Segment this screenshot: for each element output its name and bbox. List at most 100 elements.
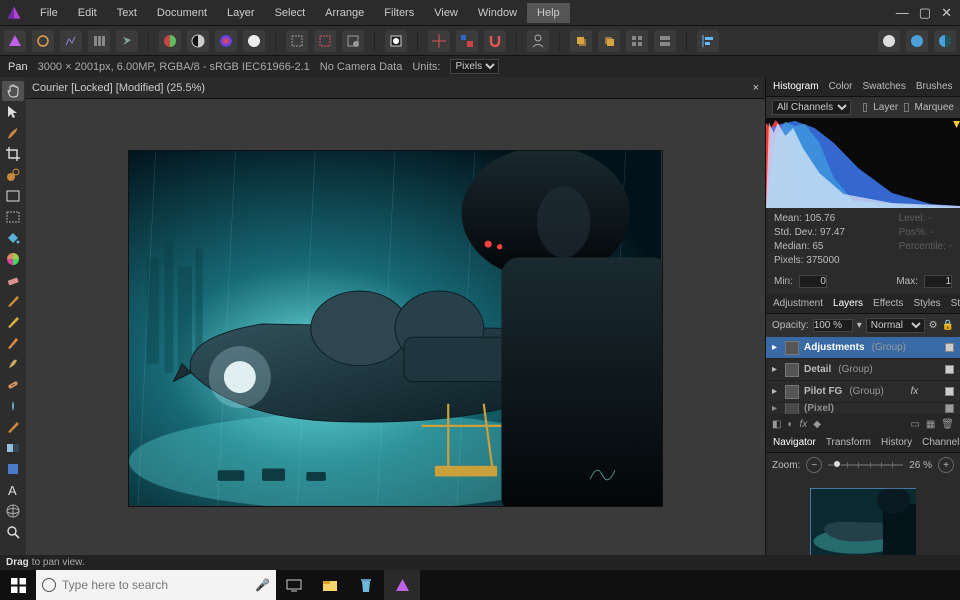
eraser-icon[interactable]	[2, 270, 24, 290]
layer-visibility-checkbox[interactable]	[945, 404, 954, 413]
pencil-icon[interactable]	[2, 333, 24, 353]
brush-icon[interactable]	[2, 123, 24, 143]
add-layer-icon[interactable]: ▦	[926, 419, 935, 430]
tab-swatches[interactable]: Swatches	[859, 79, 908, 94]
color-wheel-icon[interactable]	[2, 249, 24, 269]
arrange-grid1-icon[interactable]	[626, 30, 648, 52]
zoom-slider[interactable]	[828, 460, 903, 470]
recycle-bin-icon[interactable]	[348, 570, 384, 600]
crop-icon[interactable]	[2, 144, 24, 164]
mesh-icon[interactable]	[2, 501, 24, 521]
selection-red-icon[interactable]	[314, 30, 336, 52]
smudge-icon[interactable]	[2, 354, 24, 374]
halftone-icon[interactable]	[159, 30, 181, 52]
layer-visibility-checkbox[interactable]	[945, 387, 954, 396]
tab-effects[interactable]: Effects	[870, 296, 906, 311]
tab-color[interactable]: Color	[826, 79, 856, 94]
layer-fx-badge[interactable]: fx	[911, 386, 919, 397]
menu-select[interactable]: Select	[265, 3, 316, 23]
disclosure-icon[interactable]: ▸	[772, 386, 780, 397]
hand-icon[interactable]	[2, 81, 24, 101]
minimize-button[interactable]: —	[896, 5, 909, 21]
magnet-icon[interactable]	[484, 30, 506, 52]
arrange-grid2-icon[interactable]	[654, 30, 676, 52]
start-button[interactable]	[0, 570, 36, 600]
paintbrush-icon[interactable]	[2, 291, 24, 311]
layer-gear-icon[interactable]: ⚙	[929, 320, 938, 331]
tab-histogram[interactable]: Histogram	[770, 79, 822, 94]
maximize-button[interactable]: ▢	[919, 5, 931, 21]
arrange-front-icon[interactable]	[570, 30, 592, 52]
tab-layers[interactable]: Layers	[830, 296, 866, 311]
channels-dropdown[interactable]: All Channels	[772, 100, 851, 115]
selection-refine-icon[interactable]	[342, 30, 364, 52]
text-a-icon[interactable]: A	[2, 480, 24, 500]
arrange-back-icon[interactable]	[598, 30, 620, 52]
dotted-marquee-icon[interactable]	[2, 207, 24, 227]
mic-icon[interactable]: 🎤	[255, 578, 270, 592]
selection-dotted-icon[interactable]	[286, 30, 308, 52]
delete-layer-icon[interactable]: 🗑	[941, 419, 954, 430]
tab-transform[interactable]: Transform	[823, 435, 874, 450]
menu-file[interactable]: File	[30, 3, 68, 23]
contrast-icon[interactable]	[187, 30, 209, 52]
flood-icon[interactable]	[2, 228, 24, 248]
layer-row[interactable]: ▸Pilot FG(Group)fx	[766, 381, 960, 403]
tab-navigator[interactable]: Navigator	[770, 435, 819, 450]
menu-view[interactable]: View	[424, 3, 468, 23]
hist-min-input[interactable]	[799, 275, 827, 288]
tab-styles[interactable]: Styles	[910, 296, 943, 311]
tab-brushes[interactable]: Brushes	[913, 79, 956, 94]
layer-row[interactable]: ▸Detail(Group)	[766, 359, 960, 381]
marquee-checkbox[interactable]	[904, 103, 908, 112]
quickmask-icon[interactable]	[385, 30, 407, 52]
tone-map-persona-icon[interactable]	[88, 30, 110, 52]
tab-channels[interactable]: Channels	[919, 435, 960, 450]
healing-icon[interactable]	[2, 375, 24, 395]
opacity-input[interactable]	[813, 319, 853, 332]
mask-layer-icon[interactable]: ◧	[772, 419, 781, 430]
taskbar-search[interactable]: Type here to search 🎤	[36, 570, 276, 600]
affinity-task-icon[interactable]	[384, 570, 420, 600]
zoom-icon[interactable]	[2, 522, 24, 542]
color-wheel-icon[interactable]	[215, 30, 237, 52]
canvas[interactable]	[26, 99, 765, 558]
align-left-icon[interactable]	[697, 30, 719, 52]
file-explorer-icon[interactable]	[312, 570, 348, 600]
document-tab[interactable]: Courier [Locked] [Modified] (25.5%) ×	[26, 77, 765, 99]
grid-flag-icon[interactable]	[456, 30, 478, 52]
zoom-in-button[interactable]: +	[938, 457, 954, 473]
units-dropdown[interactable]: Pixels	[450, 59, 499, 74]
layer-visibility-checkbox[interactable]	[945, 365, 954, 374]
zoom-out-button[interactable]: −	[806, 457, 822, 473]
shape-icon[interactable]	[2, 459, 24, 479]
layer-checkbox[interactable]	[863, 103, 867, 112]
dodge-icon[interactable]	[2, 396, 24, 416]
develop-persona-icon[interactable]	[60, 30, 82, 52]
blend-mode-dropdown[interactable]: Normal	[866, 318, 925, 333]
layer-visibility-checkbox[interactable]	[945, 343, 954, 352]
photo-persona-icon[interactable]	[4, 30, 26, 52]
live-filter-icon[interactable]: ◆	[813, 419, 821, 430]
tab-stock[interactable]: Stock	[948, 296, 960, 311]
menu-arrange[interactable]: Arrange	[315, 3, 374, 23]
opacity-chevron-icon[interactable]: ▾	[857, 320, 862, 331]
close-button[interactable]: ✕	[941, 5, 952, 21]
liquify-persona-icon[interactable]	[32, 30, 54, 52]
paint-bucket-icon[interactable]	[2, 417, 24, 437]
menu-window[interactable]: Window	[468, 3, 527, 23]
marquee-icon[interactable]	[2, 186, 24, 206]
assistant-icon[interactable]	[527, 30, 549, 52]
clone-icon[interactable]	[2, 165, 24, 185]
task-view-icon[interactable]	[276, 570, 312, 600]
white-circle-icon[interactable]	[243, 30, 265, 52]
layer-row[interactable]: ▸(Pixel)	[766, 403, 960, 415]
tab-history[interactable]: History	[878, 435, 915, 450]
export-persona-icon[interactable]	[116, 30, 138, 52]
layer-lock-icon[interactable]: 🔒	[942, 320, 954, 331]
arrow-icon[interactable]	[2, 102, 24, 122]
document-tab-close[interactable]: ×	[753, 82, 759, 94]
menu-layer[interactable]: Layer	[217, 3, 265, 23]
sphere2-icon[interactable]	[906, 30, 928, 52]
disclosure-icon[interactable]: ▸	[772, 364, 780, 375]
